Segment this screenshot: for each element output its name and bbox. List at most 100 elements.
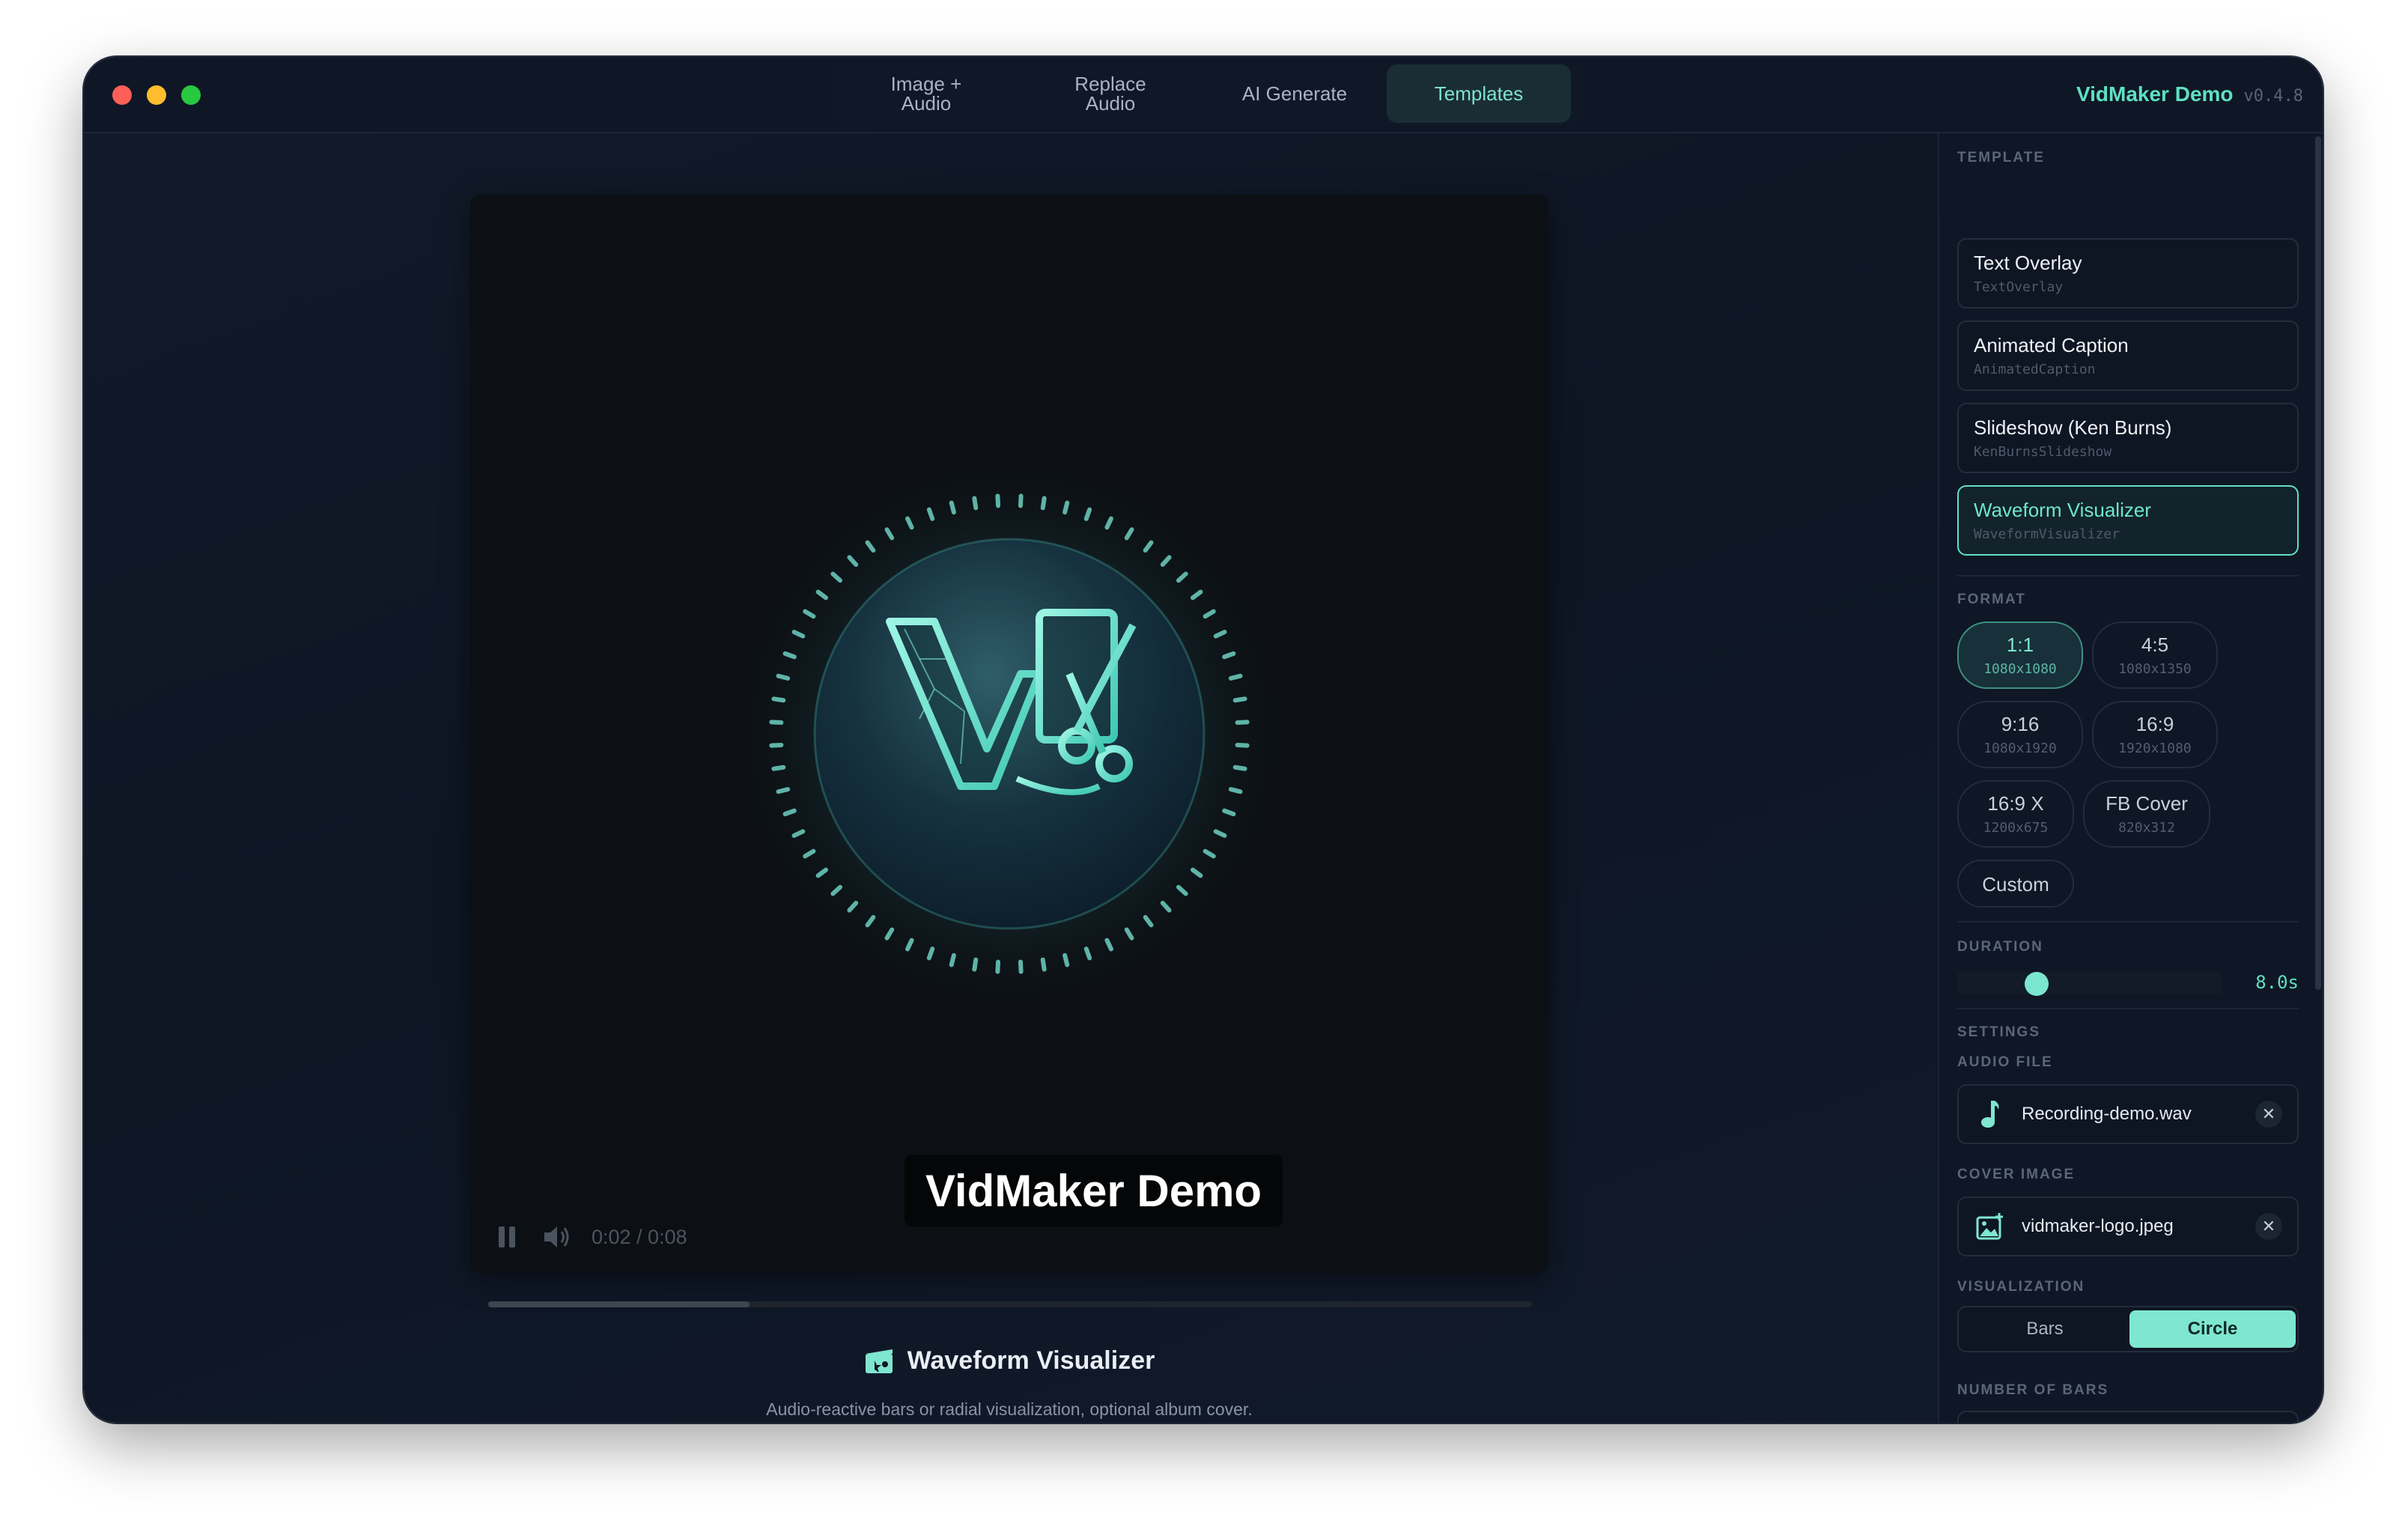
audio-file-label: AUDIO FILE [1957,1054,2053,1070]
radial-bar [776,787,791,794]
radial-bar [926,507,935,521]
format-1-1[interactable]: 1:1 1080x1080 [1957,621,2083,689]
format-label: Custom [1982,873,2049,896]
radial-bar [769,742,784,748]
bars-count-label: NUMBER OF BARS [1957,1382,2109,1398]
bars-count-input[interactable]: 64 ▴▾ [1957,1411,2299,1423]
format-16-9-x[interactable]: 16:9 X 1200x675 [1957,780,2074,848]
cover-image-name: vidmaker-logo.jpeg [2022,1216,2174,1236]
format-size: 1920x1080 [2118,741,2192,756]
settings-panel: TEMPLATE Text Overlay TextOverlay Animat… [1938,133,2323,1423]
radial-bar [926,946,935,961]
template-text-overlay[interactable]: Text Overlay TextOverlay [1957,238,2299,308]
clapperboard-icon [865,1349,893,1373]
duration-slider[interactable] [1957,972,2222,996]
format-section-label: FORMAT [1957,592,2026,607]
radial-bar [769,720,784,726]
close-window-button[interactable] [112,85,132,105]
clear-cover-icon[interactable]: ✕ [2255,1213,2282,1240]
format-size: 1080x1920 [1983,741,2057,756]
radial-bar [1040,496,1047,511]
visualization-label: VISUALIZATION [1957,1279,2085,1295]
timecode: 0:02 / 0:08 [592,1225,687,1248]
image-add-icon [1974,1210,2007,1243]
visualization-toggle: Bars Circle [1957,1306,2299,1352]
format-label: 16:9 X [1987,792,2044,815]
template-info-description: Audio-reactive bars or radial visualizat… [766,1399,1253,1419]
format-size: 1200x675 [1983,820,2049,836]
settings-section-label: SETTINGS [1957,1024,2041,1040]
radial-bar [1083,507,1092,521]
radial-bar [1235,742,1250,748]
radial-bar [771,696,786,703]
template-info: Waveform Visualizer Audio-reactive bars … [470,1346,1548,1420]
visualization-bars-option[interactable]: Bars [1962,1310,2128,1348]
music-note-icon [1974,1098,2007,1131]
format-label: FB Cover [2106,792,2188,815]
tab-image-audio[interactable]: Image + Audio [834,64,1018,123]
radial-bar [1232,765,1247,771]
tab-ai-generate[interactable]: AI Generate [1203,64,1387,123]
clear-audio-icon[interactable]: ✕ [2255,1101,2282,1128]
format-custom[interactable]: Custom [1957,860,2074,908]
radial-bar [1062,952,1070,967]
audio-file-field[interactable]: Recording-demo.wav ✕ [1957,1084,2299,1144]
visualizer-canvas [725,449,1294,1018]
duration-slider-thumb[interactable] [2025,972,2049,996]
radial-bar [949,500,956,515]
zoom-window-button[interactable] [181,85,201,105]
cover-image-field[interactable]: vidmaker-logo.jpeg ✕ [1957,1197,2299,1256]
minimize-window-button[interactable] [147,85,166,105]
template-name: Waveform Visualizer [1974,499,2151,521]
radial-bar [1222,808,1236,817]
template-waveform-visualizer[interactable]: Waveform Visualizer WaveformVisualizer [1957,485,2299,556]
tab-templates[interactable]: Templates [1387,64,1571,123]
video-caption: VidMaker Demo [904,1155,1283,1227]
format-size: 1080x1350 [2118,661,2192,677]
panel-scrollbar[interactable] [2315,136,2321,990]
radial-bar [972,957,979,972]
titlebar: Image + Audio Replace Audio AI Generate … [84,57,2323,133]
mode-tabs: Image + Audio Replace Audio AI Generate … [834,63,1583,124]
format-label: 9:16 [2001,713,2040,735]
seek-bar[interactable] [488,1301,1532,1307]
format-label: 16:9 [2135,713,2174,735]
radial-bar [995,959,1001,974]
template-code: AnimatedCaption [1974,362,2096,377]
format-size: 1080x1080 [1983,661,2057,677]
format-fb-cover[interactable]: FB Cover 820x312 [2083,780,2210,848]
audio-file-name: Recording-demo.wav [2022,1104,2192,1124]
radial-bar [1235,720,1250,726]
radial-bar [776,673,791,681]
cover-image-label: COVER IMAGE [1957,1167,2076,1182]
template-animated-caption[interactable]: Animated Caption AnimatedCaption [1957,320,2299,391]
radial-bar [1228,787,1243,794]
radial-bar [771,765,786,771]
divider [1957,575,2299,577]
seek-bar-fill [488,1301,750,1307]
visualization-circle-option[interactable]: Circle [2129,1310,2296,1348]
pause-icon[interactable] [493,1222,523,1252]
template-code: TextOverlay [1974,279,2064,295]
divider [1957,921,2299,922]
radial-bar [972,496,979,511]
format-16-9[interactable]: 16:9 1920x1080 [2092,701,2218,768]
format-label: 1:1 [2006,633,2034,656]
volume-icon[interactable] [542,1222,572,1252]
template-section-label: TEMPLATE [1957,150,2045,165]
template-name: Animated Caption [1974,334,2129,356]
radial-bar [949,952,956,967]
radial-bar [1040,957,1047,972]
format-9-16[interactable]: 9:16 1080x1920 [1957,701,2083,768]
format-4-5[interactable]: 4:5 1080x1350 [2092,621,2218,689]
radial-bar [782,651,797,660]
radial-bar [1083,946,1092,961]
template-name: Slideshow (Ken Burns) [1974,416,2172,439]
tab-replace-audio[interactable]: Replace Audio [1018,64,1203,123]
video-preview[interactable]: VidMaker Demo 0:02 / 0:08 [470,195,1548,1307]
template-ken-burns-slideshow[interactable]: Slideshow (Ken Burns) KenBurnsSlideshow [1957,403,2299,473]
format-label: 4:5 [2141,633,2169,656]
template-name: Text Overlay [1974,252,2082,274]
template-info-title: Waveform Visualizer [864,1346,1155,1376]
duration-section-label: DURATION [1957,939,2043,955]
